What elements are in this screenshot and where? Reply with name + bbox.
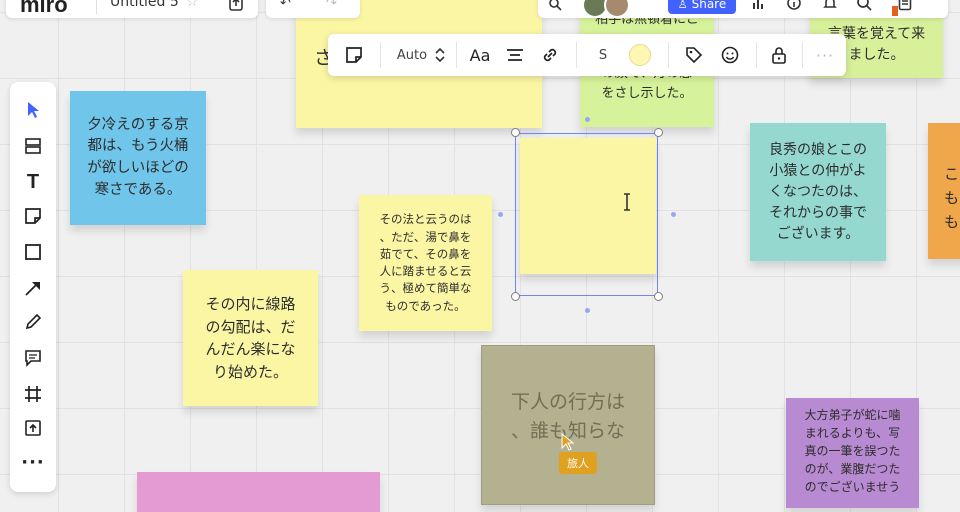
sticky-note-text: その法と云うのは 、ただ、湯で鼻を 茹でて、その鼻を 人に踏ませると云 う、極め…: [379, 212, 472, 313]
collaboration-bar: ♙ Share: [538, 0, 948, 18]
notification-badge: [892, 6, 898, 16]
color-swatch: [629, 44, 651, 66]
undo-icon[interactable]: ↶: [280, 0, 291, 11]
board-title[interactable]: Untitled 5: [110, 0, 179, 10]
miro-logo[interactable]: miro: [20, 0, 68, 18]
more-tools-button[interactable]: ···: [10, 446, 56, 478]
pen-icon: [25, 313, 42, 330]
more-icon: ···: [815, 45, 835, 65]
left-toolbar: T ···: [10, 82, 56, 492]
user-add-icon: ♙: [677, 0, 688, 11]
frame-icon: [25, 386, 41, 402]
bell-icon[interactable]: [822, 0, 838, 15]
link-button[interactable]: [534, 34, 566, 76]
share-button[interactable]: ♙ Share: [668, 0, 736, 14]
connection-line-icon: [25, 282, 40, 296]
shape-tool[interactable]: [10, 236, 56, 268]
info-icon[interactable]: [786, 0, 802, 15]
redo-icon[interactable]: ↷: [326, 0, 337, 11]
color-picker-button[interactable]: [624, 34, 656, 76]
sticky-note-text: その内に線路 の勾配は、だ んだん楽にな り始めた。: [205, 295, 296, 381]
font-button[interactable]: Aa: [464, 34, 496, 76]
tag-button[interactable]: [678, 34, 710, 76]
sticky-note-type-icon: [346, 47, 362, 63]
upload-icon: [25, 420, 41, 436]
connector-dot-left[interactable]: [498, 212, 503, 217]
font-label: Aa: [469, 45, 491, 65]
select-icon: [28, 102, 39, 118]
connector-dot-top[interactable]: [585, 117, 590, 122]
undo-redo-bar: ↶ ↷: [266, 0, 360, 18]
search-icon[interactable]: [856, 0, 872, 15]
selection-frame: [515, 133, 658, 296]
sticky-note-icon: [25, 208, 41, 224]
resize-handle-top-left[interactable]: [511, 128, 520, 137]
connector-dot-bottom[interactable]: [585, 308, 590, 313]
resize-handle-bottom-right[interactable]: [654, 292, 663, 301]
star-icon[interactable]: ☆: [186, 0, 199, 10]
more-options-button[interactable]: ···: [810, 34, 840, 76]
sticky-note-text: 夕冷えのする京 都は、もう火桶 が欲しいほどの 寒さである。: [87, 116, 189, 198]
resize-handle-top-right[interactable]: [654, 128, 663, 137]
size-label: S: [598, 47, 608, 63]
sticky-note-blue[interactable]: 夕冷えのする京 都は、もう火桶 が欲しいほどの 寒さである。: [70, 91, 206, 225]
resize-handle-bottom-left[interactable]: [511, 292, 520, 301]
sticky-note-text: こ も も: [944, 165, 960, 231]
sticky-note-teal[interactable]: 良秀の娘とこの 小猿との仲がよ くなつたのは、 それからの事で ございます。: [750, 123, 886, 261]
sticky-note-text: 良秀の娘とこの 小猿との仲がよ くなつたのは、 それからの事で ございます。: [769, 141, 867, 242]
connector-dot-right[interactable]: [671, 212, 676, 217]
font-size-value: Auto: [396, 47, 428, 63]
text-icon: T: [26, 170, 40, 193]
emoji-button[interactable]: [714, 34, 746, 76]
stats-icon[interactable]: [752, 0, 766, 15]
tag-icon: [686, 47, 703, 64]
connection-line-tool[interactable]: [10, 272, 56, 304]
shape-icon: [25, 244, 41, 260]
sticky-note-pink[interactable]: [137, 472, 380, 512]
select-tool[interactable]: [10, 94, 56, 126]
comment-icon: [25, 350, 41, 367]
sticky-note-type-button[interactable]: [336, 34, 372, 76]
search-board-icon[interactable]: [548, 0, 562, 15]
sticky-note-orange[interactable]: こ も も: [928, 123, 960, 259]
sticky-note-purple[interactable]: 大方弟子が蛇に噛 まれるよりも、写 真の一筆を誤つた のが、業腹だつた のでござ…: [786, 398, 919, 508]
stepper-icon: [435, 47, 445, 63]
sticky-note-text: 大方弟子が蛇に噛 まれるよりも、写 真の一筆を誤つた のが、業腹だつた のでござ…: [804, 408, 901, 494]
link-icon: [543, 48, 557, 62]
font-size-dropdown[interactable]: Auto: [388, 34, 454, 76]
share-label: Share: [691, 0, 727, 11]
frame-tool[interactable]: [10, 378, 56, 410]
lock-button[interactable]: [764, 34, 794, 76]
templates-tool[interactable]: [10, 130, 56, 162]
text-tool[interactable]: T: [10, 166, 56, 198]
upload-tool[interactable]: [10, 412, 56, 444]
templates-icon: [25, 138, 41, 154]
text-align-button[interactable]: [500, 34, 530, 76]
comment-tool[interactable]: [10, 342, 56, 374]
sticky-note-yellow-left[interactable]: その内に線路 の勾配は、だ んだん楽にな り始めた。: [183, 270, 318, 406]
size-button[interactable]: S: [590, 34, 616, 76]
pen-tool[interactable]: [10, 306, 56, 338]
sticky-note-yellow-small[interactable]: その法と云うのは 、ただ、湯で鼻を 茹でて、その鼻を 人に踏ませると云 う、極め…: [359, 195, 492, 331]
export-icon[interactable]: [228, 0, 244, 16]
collaborator-name-tag: 旅人: [559, 452, 597, 474]
sticky-note-tool[interactable]: [10, 200, 56, 232]
notes-icon[interactable]: [898, 0, 912, 15]
avatar[interactable]: [604, 0, 630, 18]
emoji-icon: [721, 46, 739, 64]
more-tools-icon: ···: [21, 451, 45, 473]
sticky-note-gray-olive[interactable]: 下人の行方は 、誰も知らな: [481, 345, 655, 505]
text-align-icon: [507, 49, 523, 61]
board-header: miro Untitled 5 ☆: [6, 0, 258, 18]
context-toolbar: Auto Aa S ···: [328, 34, 846, 76]
text-cursor-icon: [622, 193, 632, 211]
lock-icon: [772, 47, 786, 64]
